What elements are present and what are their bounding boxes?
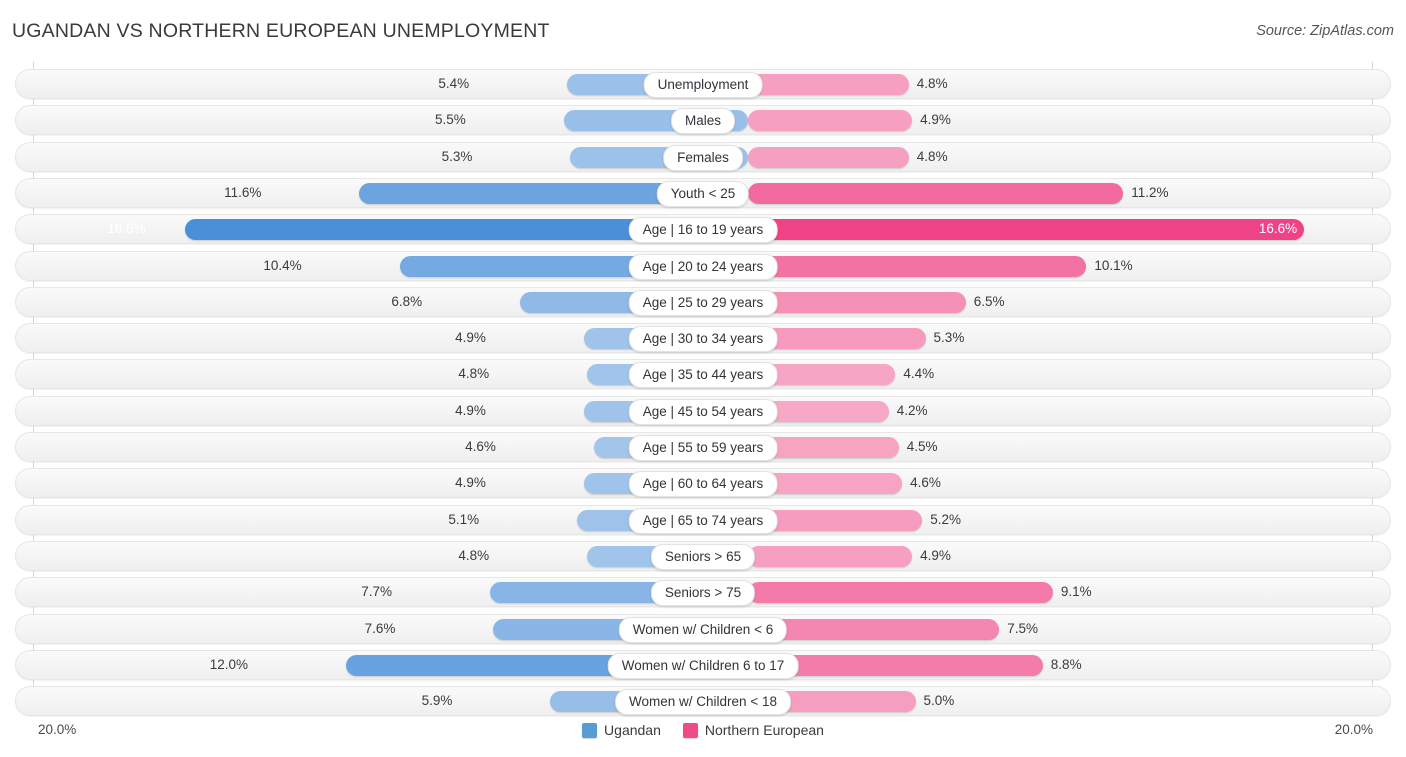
value-label-northern-european: 16.6% [1258,221,1298,237]
value-label-northern-european: 4.8% [916,148,948,164]
value-label-northern-european: 4.9% [920,112,951,128]
value-label-northern-european: 9.1% [1060,584,1092,600]
legend-label: Ugandan [604,722,661,738]
table-row: 16.8% 16.6% Age | 16 to 19 years [15,214,1391,245]
category-label: Age | 25 to 29 years [628,289,778,316]
value-label-northern-european: 4.9% [920,547,951,563]
value-label-ugandan: 5.1% [448,511,480,527]
bar-northern-european [748,219,1305,241]
category-label: Females [663,144,743,171]
value-label-northern-european: 4.5% [906,439,938,454]
table-row: 4.8% 4.4% Age | 35 to 44 years [15,359,1391,390]
value-label-ugandan: 5.4% [438,76,470,91]
legend-swatch-icon [582,722,598,738]
table-row: 10.4% 10.1% Age | 20 to 24 years [15,250,1391,281]
value-label-ugandan: 4.9% [455,402,486,418]
category-label: Seniors > 75 [650,580,756,607]
legend-item[interactable]: Ugandan [582,722,661,738]
value-label-ugandan: 10.4% [263,257,302,273]
category-label: Unemployment [643,72,763,98]
table-row: 5.5% 4.9% Males [15,105,1391,136]
value-label-northern-european: 4.8% [916,76,948,91]
chart-legend: Ugandan Northern European [0,722,1406,738]
bar-northern-european [748,146,909,168]
bar-northern-european [748,291,966,313]
value-label-ugandan: 7.6% [364,620,396,636]
category-label: Age | 45 to 54 years [628,398,778,425]
chart-plot-area: 5.4% 4.8% Unemployment 5.5% 4.9% Males 5.3% 4.8… [15,62,1391,717]
table-row: 5.9% 5.0% Women w/ Children < 18 [15,686,1391,717]
bar-northern-european [748,582,1053,604]
table-row: 11.6% 11.2% Youth < 25 [15,177,1391,208]
table-row: 5.3% 4.8% Females [15,141,1391,172]
category-label: Women w/ Children < 18 [615,689,791,716]
legend-label: Northern European [704,722,824,738]
value-label-northern-european: 4.4% [903,366,935,382]
value-label-ugandan: 6.8% [391,293,423,309]
category-label: Youth < 25 [656,180,750,207]
category-label: Age | 55 to 59 years [628,435,778,461]
value-label-northern-european: 10.1% [1094,257,1133,273]
value-label-northern-european: 11.2% [1131,184,1169,200]
category-label: Women w/ Children < 6 [618,616,788,643]
value-label-ugandan: 4.9% [455,475,486,491]
table-row: 6.8% 6.5% Age | 25 to 29 years [15,286,1391,317]
bar-northern-european [748,110,913,132]
value-label-northern-european: 5.3% [933,330,965,346]
table-row: 4.9% 4.2% Age | 45 to 54 years [15,395,1391,426]
table-row: 12.0% 8.8% Women w/ Children 6 to 17 [15,649,1391,680]
category-label: Males [670,108,736,135]
bar-northern-european [748,545,913,567]
value-label-northern-european: 7.5% [1007,620,1039,636]
legend-swatch-icon [682,722,698,738]
bar-northern-european [748,182,1124,204]
value-label-northern-european: 4.6% [910,475,941,491]
value-label-northern-european: 8.8% [1050,656,1082,672]
category-label: Age | 65 to 74 years [628,507,778,534]
source-attribution: Source: ZipAtlas.com [1256,23,1394,39]
table-row: 5.4% 4.8% Unemployment [15,69,1391,99]
table-row: 4.9% 4.6% Age | 60 to 64 years [15,468,1391,499]
value-label-ugandan: 16.8% [107,221,146,237]
category-label: Age | 20 to 24 years [628,253,778,280]
table-row: 4.9% 5.3% Age | 30 to 34 years [15,323,1391,354]
value-label-northern-european: 4.2% [896,402,928,418]
value-label-ugandan: 12.0% [209,656,248,672]
category-label: Seniors > 65 [650,543,756,570]
table-row: 7.6% 7.5% Women w/ Children < 6 [15,613,1391,644]
table-row: 7.7% 9.1% Seniors > 75 [15,577,1391,608]
value-label-ugandan: 5.3% [441,148,473,164]
value-label-northern-european: 5.2% [930,511,961,527]
category-label: Age | 30 to 34 years [628,326,778,353]
value-label-ugandan: 4.6% [465,439,496,454]
value-label-ugandan: 7.7% [361,584,393,600]
category-label: Age | 60 to 64 years [628,471,778,498]
category-label: Age | 35 to 44 years [628,362,778,389]
legend-item[interactable]: Northern European [682,722,824,738]
category-label: Age | 16 to 19 years [628,217,778,244]
category-label: Women w/ Children 6 to 17 [607,652,799,679]
value-label-ugandan: 4.8% [458,366,490,382]
bar-northern-european [748,74,909,95]
table-row: 5.1% 5.2% Age | 65 to 74 years [15,504,1391,535]
value-label-ugandan: 4.9% [455,330,486,346]
value-label-ugandan: 11.6% [224,184,262,200]
value-label-ugandan: 5.9% [421,693,453,709]
table-row: 4.8% 4.9% Seniors > 65 [15,540,1391,571]
value-label-northern-european: 5.0% [923,693,955,709]
table-row: 4.6% 4.5% Age | 55 to 59 years [15,432,1391,462]
value-label-northern-european: 6.5% [973,293,1005,309]
value-label-ugandan: 4.8% [458,547,490,563]
page-title: UGANDAN VS NORTHERN EUROPEAN UNEMPLOYMEN… [12,20,550,42]
bar-northern-european [748,255,1087,277]
value-label-ugandan: 5.5% [434,112,466,128]
